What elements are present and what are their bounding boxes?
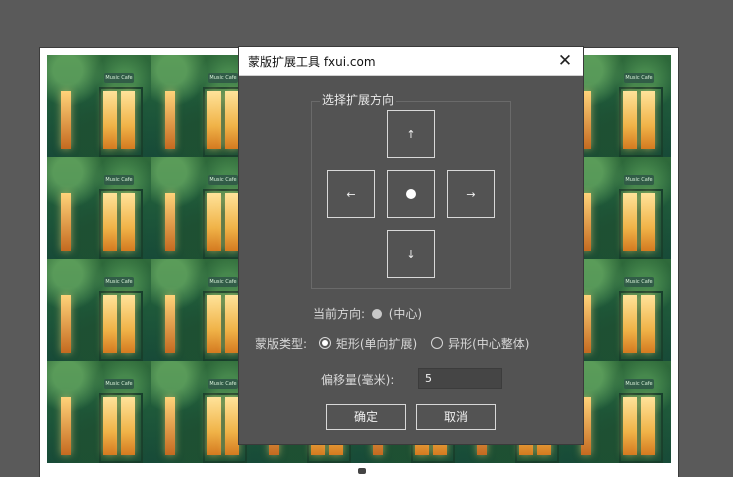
tile-sign: Music Cafe	[208, 277, 238, 287]
arrow-up-icon: ↑	[406, 127, 416, 141]
image-tile: Music Cafe	[47, 361, 151, 463]
mask-type-label: 蒙版类型:	[255, 337, 308, 351]
cancel-button[interactable]: 取消	[416, 404, 496, 430]
arrow-right-icon: →	[466, 187, 476, 201]
radio-checked-icon[interactable]	[318, 337, 331, 349]
direction-right-button[interactable]: →	[447, 170, 495, 218]
direction-up-button[interactable]: ↑	[387, 110, 435, 158]
mask-type-rect-label: 矩形(单向扩展)	[335, 337, 418, 351]
center-dot-icon	[406, 189, 416, 199]
arrow-left-icon: ←	[346, 187, 356, 201]
direction-left-button[interactable]: ←	[327, 170, 375, 218]
offset-label: 偏移量(毫米):	[321, 373, 395, 387]
direction-group-label: 选择扩展方向	[320, 91, 397, 108]
image-tile: Music Cafe	[47, 55, 151, 157]
tile-sign: Music Cafe	[208, 175, 238, 185]
offset-input[interactable]: 5	[418, 368, 502, 389]
direction-center-button[interactable]	[387, 170, 435, 218]
tile-sign: Music Cafe	[624, 277, 654, 287]
ok-button[interactable]: 确定	[326, 404, 406, 430]
tile-sign: Music Cafe	[624, 379, 654, 389]
mask-expand-dialog: 蒙版扩展工具 fxui.com ✕ 选择扩展方向 ↑ ← → ↓ 当前方向: (…	[238, 46, 584, 445]
mask-type-rect-option[interactable]: 矩形(单向扩展)	[318, 337, 418, 351]
radio-unchecked-icon[interactable]	[431, 337, 444, 349]
current-direction-dot-icon	[371, 309, 382, 319]
tile-sign: Music Cafe	[104, 277, 134, 287]
mask-type-irregular-option[interactable]: 异形(中心整体)	[431, 337, 529, 351]
tile-sign: Music Cafe	[624, 175, 654, 185]
current-direction-label: 当前方向:	[313, 307, 366, 321]
tile-sign: Music Cafe	[104, 175, 134, 185]
current-direction-value: (中心)	[388, 307, 423, 321]
image-tile: Music Cafe	[47, 157, 151, 259]
dialog-title: 蒙版扩展工具 fxui.com	[248, 55, 376, 69]
image-tile: Music Cafe	[47, 259, 151, 361]
dialog-titlebar[interactable]: 蒙版扩展工具 fxui.com ✕	[239, 47, 583, 76]
tile-sign: Music Cafe	[624, 73, 654, 83]
canvas-center-marker	[358, 468, 366, 474]
mask-type-irregular-label: 异形(中心整体)	[448, 337, 530, 351]
direction-down-button[interactable]: ↓	[387, 230, 435, 278]
tile-sign: Music Cafe	[104, 73, 134, 83]
close-icon[interactable]: ✕	[553, 50, 577, 72]
arrow-down-icon: ↓	[406, 247, 416, 261]
tile-sign: Music Cafe	[104, 379, 134, 389]
current-direction-row: 当前方向: (中心)	[313, 305, 422, 322]
tile-sign: Music Cafe	[208, 379, 238, 389]
tile-sign: Music Cafe	[208, 73, 238, 83]
mask-type-row: 蒙版类型: 矩形(单向扩展) 异形(中心整体)	[255, 335, 529, 352]
